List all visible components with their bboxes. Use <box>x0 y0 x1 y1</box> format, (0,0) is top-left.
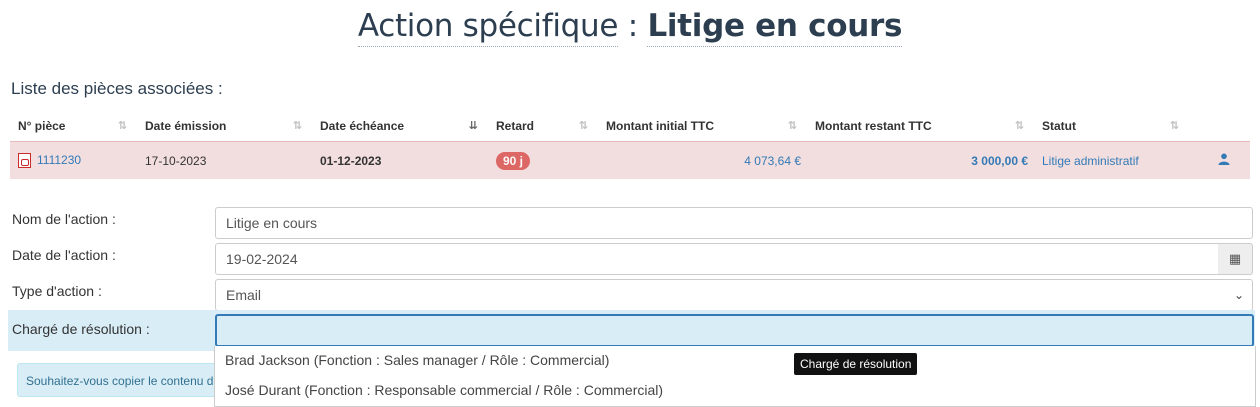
cell-actions <box>1189 141 1250 179</box>
date-input[interactable] <box>215 243 1219 275</box>
montant-initial-link[interactable]: 4 073,64 € <box>744 154 801 168</box>
calendar-icon[interactable]: ▦ <box>1218 243 1253 275</box>
type-label: Type d'action : <box>12 283 102 299</box>
pdf-icon[interactable] <box>18 153 31 169</box>
cell-statut: Litige administratif <box>1034 141 1189 179</box>
sort-icon[interactable]: ⇅ <box>118 119 127 132</box>
statut-link[interactable]: Litige administratif <box>1042 154 1139 168</box>
sort-icon[interactable]: ⇅ <box>788 119 797 132</box>
col-header-date-echeance[interactable]: Date échéance ⇊ <box>312 111 488 142</box>
chevron-down-icon: ⌄ <box>1233 288 1244 302</box>
resp-dropdown: Brad Jackson (Fonction : Sales manager /… <box>214 346 1256 407</box>
sort-icon[interactable]: ⇅ <box>293 119 302 132</box>
cell-date-emission: 17-10-2023 <box>137 141 312 179</box>
montant-restant-link[interactable]: 3 000,00 € <box>971 154 1028 168</box>
copy-notice: Souhaitez-vous copier le contenu d <box>17 363 227 397</box>
col-header-statut[interactable]: Statut ⇅ <box>1034 111 1189 142</box>
form-row-date: Date de l'action : ▦ <box>8 243 1255 279</box>
cell-montant-restant: 3 000,00 € <box>807 141 1034 179</box>
resp-input[interactable] <box>215 314 1254 347</box>
cell-montant-initial: 4 073,64 € <box>598 141 807 179</box>
form-row-resp: Chargé de résolution : <box>8 310 1255 351</box>
type-select[interactable]: Email ⌄ <box>215 279 1253 311</box>
dropdown-option[interactable]: Brad Jackson (Fonction : Sales manager /… <box>215 346 1255 376</box>
nom-label: Nom de l'action : <box>12 211 116 227</box>
cell-retard: 90 j <box>488 141 598 179</box>
date-label: Date de l'action : <box>12 247 116 263</box>
cell-numero: 1111230 <box>10 141 137 179</box>
user-icon[interactable] <box>1218 153 1230 168</box>
col-header-date-emission[interactable]: Date émission ⇅ <box>137 111 312 142</box>
col-header-montant-initial[interactable]: Montant initial TTC ⇅ <box>598 111 807 142</box>
col-header-actions <box>1189 111 1250 142</box>
title-prefix: Action spécifique <box>357 8 618 47</box>
sort-icon[interactable]: ⇅ <box>1015 119 1024 132</box>
table-row: 1111230 17-10-2023 01-12-2023 90 j 4 073… <box>10 141 1250 179</box>
resp-label: Chargé de résolution : <box>12 321 150 337</box>
retard-badge: 90 j <box>496 151 531 170</box>
type-select-value: Email <box>226 287 262 303</box>
copy-notice-text: Souhaitez-vous copier le contenu d <box>26 374 214 388</box>
dropdown-option[interactable]: José Durant (Fonction : Responsable comm… <box>215 376 1255 406</box>
piece-link[interactable]: 1111230 <box>37 153 81 167</box>
nom-input[interactable] <box>215 207 1253 239</box>
sort-icon[interactable]: ⇅ <box>579 119 588 132</box>
title-value: Litige en cours <box>647 8 902 47</box>
col-header-retard[interactable]: Retard ⇅ <box>488 111 598 142</box>
title-separator: : <box>627 8 638 44</box>
cell-date-echeance: 01-12-2023 <box>312 141 488 179</box>
sort-desc-icon[interactable]: ⇊ <box>469 119 478 132</box>
page-title: Action spécifique : Litige en cours <box>0 8 1260 47</box>
pieces-section-label: Liste des pièces associées : <box>11 79 223 98</box>
form-row-nom: Nom de l'action : <box>8 207 1255 243</box>
sort-icon[interactable]: ⇅ <box>1170 119 1179 132</box>
col-header-numero[interactable]: N° pièce ⇅ <box>10 111 137 142</box>
tooltip: Chargé de résolution <box>794 353 918 375</box>
table-header-row: N° pièce ⇅ Date émission ⇅ Date échéance ⇊ … <box>10 111 1250 142</box>
pieces-table: N° pièce ⇅ Date émission ⇅ Date échéance ⇊ … <box>10 111 1250 179</box>
col-header-montant-restant[interactable]: Montant restant TTC ⇅ <box>807 111 1034 142</box>
